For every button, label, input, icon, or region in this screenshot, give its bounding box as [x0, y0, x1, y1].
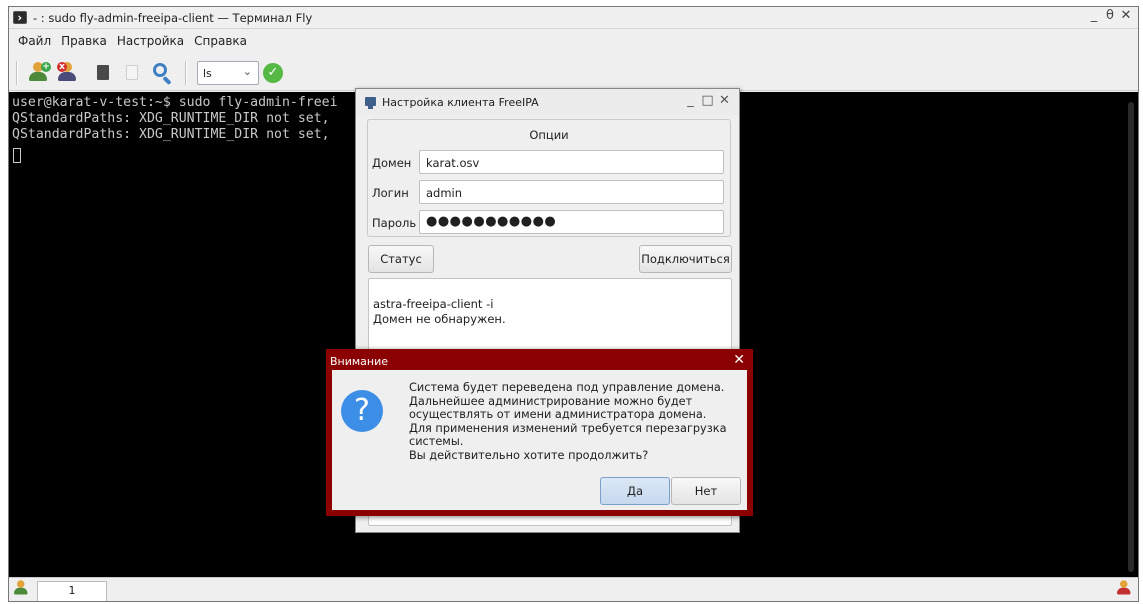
maximize-button[interactable]: θ	[1104, 8, 1120, 23]
password-field[interactable]: ●●●●●●●●●●●	[419, 210, 724, 234]
terminal-cursor	[13, 148, 21, 163]
window-controls: _ θ ✕	[1088, 8, 1136, 23]
warning-dialog-body: ? Система будет переведена под управлени…	[332, 370, 747, 510]
warning-message-line: осуществлять от имени администратора дом…	[409, 408, 707, 422]
warning-message: Система будет переведена под управление …	[409, 381, 727, 463]
terminal-line: user@karat-v-test:~$ sudo fly-admin-free…	[12, 95, 338, 110]
close-icon[interactable]: ✕	[716, 93, 733, 108]
freeipa-dialog-title: Настройка клиента FreeIPA	[382, 96, 539, 109]
warning-dialog: Внимание ✕ ? Система будет переведена по…	[326, 349, 753, 516]
warning-message-line: Вы действительно хотите продолжить?	[409, 448, 649, 462]
search-icon[interactable]	[149, 60, 175, 86]
warning-message-line: системы.	[409, 435, 464, 449]
terminal-line: QStandardPaths: XDG_RUNTIME_DIR not set,	[12, 111, 330, 126]
command-combo[interactable]: ls ⌄	[197, 61, 259, 85]
domain-label: Домен	[372, 156, 412, 170]
login-label: Логин	[372, 186, 409, 200]
options-group: Опции Домен karat.osv Логин admin Пароль…	[367, 119, 731, 237]
warning-message-line: Дальнейшее администрирование можно будет	[409, 394, 693, 408]
menu-bar: Файл Правка Настройка Справка	[9, 29, 1138, 53]
domain-field[interactable]: karat.osv	[419, 150, 724, 174]
warning-dialog-title: Внимание	[330, 355, 389, 368]
log-line: Домен не обнаружен.	[373, 312, 506, 326]
minimize-icon[interactable]: _	[682, 93, 699, 108]
title-bar: - : sudo fly-admin-freeipa-client — Терм…	[9, 7, 1138, 29]
close-tab-user-icon[interactable]: x	[55, 60, 81, 86]
password-label: Пароль	[372, 216, 417, 230]
new-tab-user-icon[interactable]	[11, 578, 33, 600]
menu-edit[interactable]: Правка	[56, 29, 112, 48]
no-button[interactable]: Нет	[671, 477, 741, 505]
connect-button[interactable]: Подключиться	[639, 245, 732, 273]
menu-settings[interactable]: Настройка	[112, 29, 189, 48]
tab-bar: 1	[9, 577, 1138, 601]
freeipa-dialog-titlebar: Настройка клиента FreeIPA _ □ ✕	[356, 89, 739, 115]
close-tab-user-icon[interactable]	[1114, 578, 1136, 600]
new-tab-user-icon[interactable]: +	[26, 60, 52, 86]
terminal-line: QStandardPaths: XDG_RUNTIME_DIR not set,	[12, 127, 330, 142]
window-title: - : sudo fly-admin-freeipa-client — Терм…	[33, 11, 313, 25]
status-button[interactable]: Статус	[368, 245, 434, 273]
minimize-button[interactable]: _	[1088, 8, 1104, 23]
close-icon[interactable]: ✕	[733, 352, 745, 368]
copy-icon[interactable]	[89, 60, 115, 86]
question-icon: ?	[341, 390, 383, 432]
chevron-down-icon: ⌄	[242, 65, 252, 78]
yes-button[interactable]: Да	[600, 477, 670, 505]
login-field[interactable]: admin	[419, 180, 724, 204]
warning-message-line: Для применения изменений требуется перез…	[409, 421, 727, 435]
toolbar: + x ls ⌄ ✓	[9, 53, 1138, 91]
paste-icon[interactable]	[118, 60, 144, 86]
ok-icon[interactable]: ✓	[263, 63, 283, 83]
options-group-title: Опции	[529, 128, 569, 142]
monitor-icon	[365, 97, 376, 109]
terminal-tab[interactable]: 1	[37, 581, 107, 601]
terminal-app-icon	[13, 11, 27, 24]
command-combo-value: ls	[203, 67, 212, 80]
toolbar-separator	[185, 61, 187, 85]
log-line: astra-freeipa-client -i	[373, 297, 494, 311]
menu-help[interactable]: Справка	[189, 29, 252, 48]
toolbar-separator	[16, 61, 18, 85]
freeipa-dialog-controls: _ □ ✕	[682, 93, 733, 108]
terminal-scrollbar[interactable]	[1128, 102, 1134, 572]
maximize-icon[interactable]: □	[699, 93, 716, 108]
warning-message-line: Система будет переведена под управление …	[409, 381, 725, 394]
close-button[interactable]: ✕	[1120, 8, 1136, 23]
menu-file[interactable]: Файл	[9, 29, 56, 48]
